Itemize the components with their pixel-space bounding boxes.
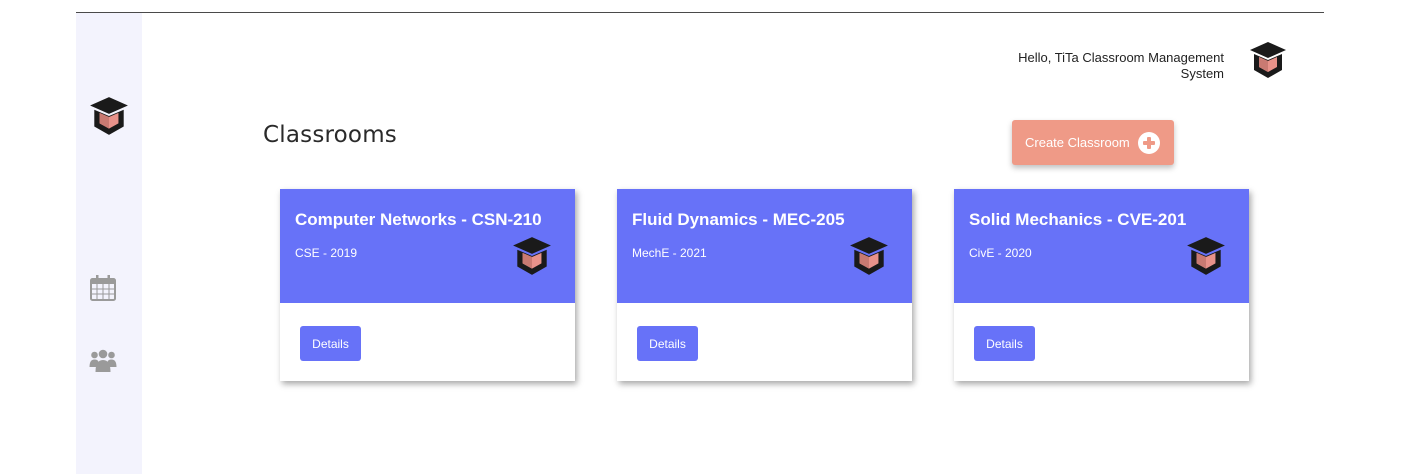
users-icon[interactable] bbox=[89, 346, 117, 374]
card-header: Computer Networks - CSN-210 CSE - 2019 bbox=[280, 189, 575, 303]
calendar-icon[interactable] bbox=[89, 274, 117, 302]
graduation-cap-icon[interactable] bbox=[1248, 40, 1288, 80]
classroom-card: Fluid Dynamics - MEC-205 MechE - 2021 De… bbox=[617, 189, 912, 381]
graduation-cap-icon bbox=[1187, 237, 1225, 275]
graduation-cap-icon bbox=[513, 237, 551, 275]
details-button[interactable]: Details bbox=[974, 326, 1035, 361]
create-classroom-button[interactable]: Create Classroom bbox=[1012, 120, 1174, 165]
classroom-card: Computer Networks - CSN-210 CSE - 2019 D… bbox=[280, 189, 575, 381]
card-header: Fluid Dynamics - MEC-205 MechE - 2021 bbox=[617, 189, 912, 303]
card-subtitle: MechE - 2021 bbox=[632, 246, 707, 260]
details-button[interactable]: Details bbox=[637, 326, 698, 361]
details-button[interactable]: Details bbox=[300, 326, 361, 361]
card-subtitle: CivE - 2020 bbox=[969, 246, 1032, 260]
classroom-card: Solid Mechanics - CVE-201 CivE - 2020 De… bbox=[954, 189, 1249, 381]
sidebar bbox=[76, 13, 142, 474]
graduation-cap-icon bbox=[850, 237, 888, 275]
plus-circle-icon bbox=[1138, 132, 1160, 154]
card-header: Solid Mechanics - CVE-201 CivE - 2020 bbox=[954, 189, 1249, 303]
create-classroom-label: Create Classroom bbox=[1025, 135, 1130, 150]
top-divider bbox=[76, 12, 1324, 13]
page-title: Classrooms bbox=[263, 122, 397, 148]
card-title[interactable]: Solid Mechanics - CVE-201 bbox=[969, 210, 1186, 230]
header-greeting: Hello, TiTa Classroom Management System bbox=[1018, 50, 1224, 81]
app-frame: Hello, TiTa Classroom Management System … bbox=[0, 0, 1412, 474]
card-subtitle: CSE - 2019 bbox=[295, 246, 358, 260]
card-title[interactable]: Computer Networks - CSN-210 bbox=[295, 210, 542, 230]
graduation-cap-icon[interactable] bbox=[88, 95, 130, 137]
card-title[interactable]: Fluid Dynamics - MEC-205 bbox=[632, 210, 845, 230]
